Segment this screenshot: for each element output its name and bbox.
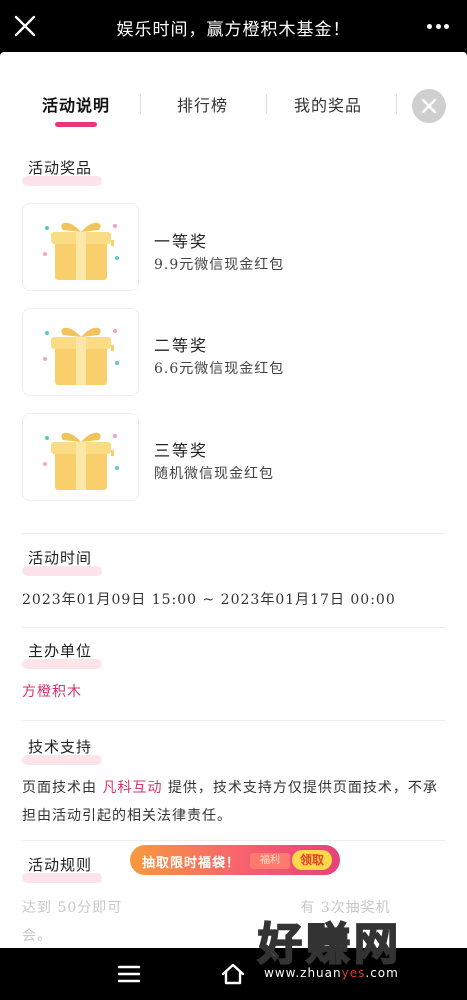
lucky-bag-banner[interactable]: 抽取限时福袋！ 福利 领取	[130, 845, 340, 875]
prizes-section-title: 活动奖品	[21, 157, 103, 186]
rules-section-title: 活动规则	[21, 854, 103, 883]
rules-text-line2: 会。	[22, 928, 52, 944]
rules-text-score: 50分即可	[57, 900, 123, 916]
gift-box-icon	[43, 222, 119, 280]
gift-box-icon	[43, 432, 119, 490]
watermark-logo: 好赚网	[257, 918, 402, 971]
close-icon[interactable]	[12, 13, 38, 39]
organizer-section-title: 主办单位	[21, 640, 103, 669]
tab-my-prizes[interactable]: 我的奖品	[294, 92, 362, 116]
tech-section-title: 技术支持	[21, 736, 103, 765]
tech-text-before: 页面技术由	[22, 780, 97, 796]
divider	[22, 627, 445, 628]
activity-sheet: 活动说明 排行榜 我的奖品 活动奖品 一等奖 9.9元微信现金红包 二等奖 6.…	[0, 52, 467, 948]
tab-bar: 活动说明 排行榜 我的奖品	[0, 52, 467, 142]
tab-divider	[396, 94, 397, 114]
close-icon	[421, 98, 437, 114]
active-tab-indicator	[55, 122, 97, 127]
more-icon[interactable]	[427, 24, 449, 30]
claim-button[interactable]: 领取	[292, 850, 332, 870]
site-watermark: 好赚网 www.zhuanyes.com	[257, 908, 458, 998]
tab-divider	[140, 94, 141, 114]
gift-box-icon	[43, 327, 119, 385]
divider	[22, 533, 445, 534]
organizer-name: 方橙积木	[22, 684, 82, 700]
page-title: 娱乐时间，赢方橙积木基金！	[116, 20, 351, 40]
prize-card	[22, 413, 139, 501]
prize-name: 二等奖	[154, 336, 209, 355]
banner-text: 抽取限时福袋！	[142, 856, 241, 871]
watermark-url: www.zhuanyes.com	[264, 966, 399, 980]
tech-provider-link[interactable]: 凡科互动	[102, 780, 162, 796]
tab-divider	[266, 94, 267, 114]
tech-support-text: 页面技术由 凡科互动 提供，技术支持方仅提供页面技术，不承担由活动引起的相关法律…	[22, 774, 447, 830]
prize-name: 三等奖	[154, 441, 209, 460]
prize-description: 9.9元微信现金红包	[154, 257, 285, 273]
prize-description: 6.6元微信现金红包	[154, 361, 285, 377]
prize-description: 随机微信现金红包	[154, 466, 274, 482]
divider	[22, 720, 445, 721]
tab-activity-info[interactable]: 活动说明	[42, 92, 110, 116]
rules-text-start: 达到	[22, 900, 52, 916]
activity-time: 2023年01月09日 15:00 ~ 2023年01月17日 00:00	[22, 592, 396, 608]
divider	[22, 840, 445, 841]
banner-tag: 福利	[250, 853, 290, 869]
prize-card	[22, 203, 139, 291]
home-icon[interactable]	[220, 962, 246, 986]
prize-name: 一等奖	[154, 232, 209, 251]
menu-icon[interactable]	[117, 965, 141, 983]
tab-leaderboard[interactable]: 排行榜	[177, 92, 228, 116]
close-panel-button[interactable]	[412, 89, 446, 123]
top-bar: 娱乐时间，赢方橙积木基金！	[0, 0, 467, 52]
time-section-title: 活动时间	[21, 547, 103, 576]
prize-card	[22, 308, 139, 396]
